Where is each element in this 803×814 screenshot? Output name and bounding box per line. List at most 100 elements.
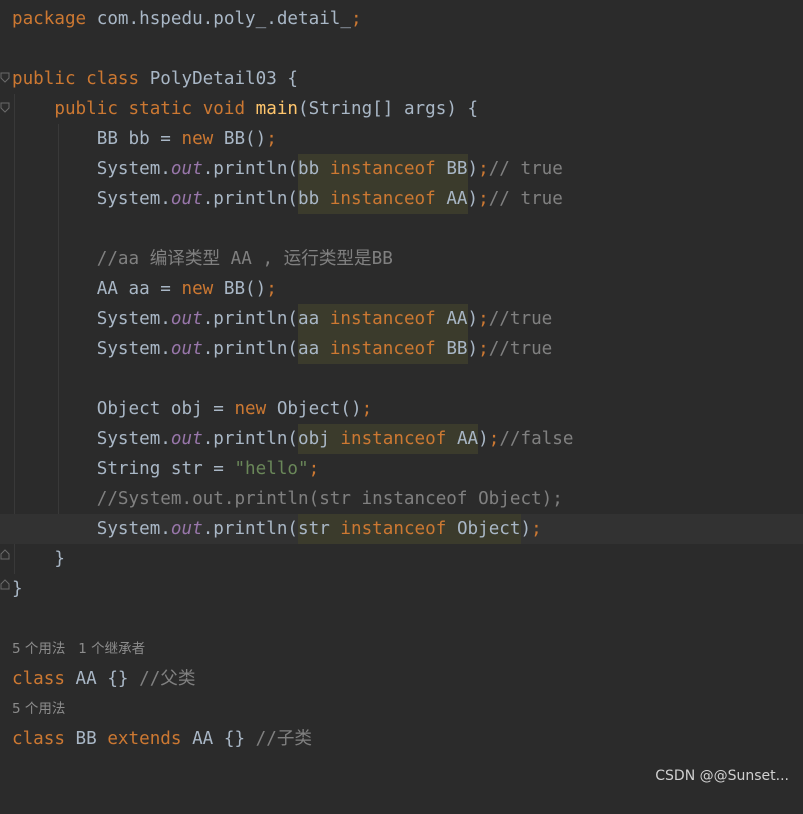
usages-link[interactable]: 5 个用法 [12,701,65,717]
code-line-bb-declaration[interactable]: BB bb = new BB(); [0,124,803,154]
inheritors-link[interactable]: 1 个继承者 [78,641,145,657]
close-paren: ) [467,309,479,329]
variable: bb [298,159,320,179]
code-line-method-close[interactable]: } [0,544,803,574]
out-field: out [170,309,203,329]
code-line-object-declaration[interactable]: Object obj = new Object(); [0,394,803,424]
out-field: out [170,339,203,359]
system-class: System. [96,519,171,539]
code-line-package[interactable]: package com.hspedu.poly_.detail_; [0,4,803,34]
code-line-println-bb-aa[interactable]: System.out.println(bb instanceof AA);// … [0,184,803,214]
variable: aa [298,309,320,329]
declaration: Object obj = [96,399,235,419]
watermark: CSDN @@Sunset... [655,768,789,784]
println-call: .println( [202,519,299,539]
close-paren: ) [478,429,489,449]
void-keyword: void [202,99,246,119]
println-call: .println( [202,189,299,209]
code-line-println-aa-bb[interactable]: System.out.println(aa instanceof BB);//t… [0,334,803,364]
variable: str [298,519,330,539]
line-comment: // true [488,189,563,209]
codevision-hint-aa[interactable]: 5 个用法 1 个继承者 [12,639,145,659]
out-field: out [170,189,203,209]
class-body: AA {} [64,669,140,689]
line-comment: //true [488,309,553,329]
semicolon: ; [478,189,489,209]
instanceof-highlight: str instanceof Object [298,514,521,544]
instanceof-keyword: instanceof [340,519,447,539]
code-line-class-aa[interactable]: class AA {} //父类 [0,664,803,694]
code-line-println-aa-aa[interactable]: System.out.println(aa instanceof AA);//t… [0,304,803,334]
code-line-class-close[interactable]: } [0,574,803,604]
instanceof-highlight: aa instanceof BB [298,334,468,364]
system-class: System. [96,189,171,209]
code-line-class-declaration[interactable]: public class PolyDetail03 { [0,64,803,94]
instanceof-keyword: instanceof [329,159,436,179]
declaration: BB bb = [96,129,182,149]
line-comment: //aa 编译类型 AA , 运行类型是BB [96,249,393,269]
code-line-println-str-object[interactable]: System.out.println(str instanceof Object… [0,514,803,544]
code-line-main-method[interactable]: public static void main(String[] args) { [0,94,803,124]
variable: obj [298,429,330,449]
public-keyword: public [12,69,76,89]
public-keyword: public [54,99,118,119]
type-name: BB [446,339,468,359]
instanceof-keyword: instanceof [329,339,436,359]
class-body: AA {} [181,729,256,749]
instanceof-keyword: instanceof [340,429,447,449]
close-paren: ) [520,519,532,539]
semicolon: ; [350,9,362,29]
code-line-println-obj-aa[interactable]: System.out.println(obj instanceof AA);//… [0,424,803,454]
semicolon: ; [266,129,277,149]
out-field: out [170,159,203,179]
code-line-commented-println[interactable]: //System.out.println(str instanceof Obje… [0,484,803,514]
system-class: System. [96,159,171,179]
println-call: .println( [202,429,299,449]
method-name: main [255,99,299,119]
usages-link[interactable]: 5 个用法 [12,641,65,657]
class-keyword: class [12,729,65,749]
semicolon: ; [531,519,542,539]
code-line-class-bb[interactable]: class BB extends AA {} //子类 [0,724,803,754]
type-name: AA [446,189,468,209]
package-keyword: package [12,9,87,29]
extends-keyword: extends [107,729,182,749]
constructor-call: BB() [213,129,267,149]
code-line-comment-aa[interactable]: //aa 编译类型 AA , 运行类型是BB [0,244,803,274]
println-call: .println( [202,159,299,179]
semicolon: ; [361,399,373,419]
line-comment: //子类 [255,729,313,749]
code-editor[interactable]: package com.hspedu.poly_.detail_; public… [0,0,803,792]
string-literal: "hello" [234,459,309,479]
close-paren: ) [467,189,479,209]
line-comment: //true [488,339,553,359]
codevision-hint-bb[interactable]: 5 个用法 [12,699,65,719]
code-line-aa-declaration[interactable]: AA aa = new BB(); [0,274,803,304]
out-field: out [170,519,203,539]
code-line-println-bb-bb[interactable]: System.out.println(bb instanceof BB);// … [0,154,803,184]
type-name: Object [456,519,521,539]
close-paren: ) [467,339,479,359]
new-keyword: new [181,129,214,149]
closing-brace: } [54,549,65,569]
class-keyword: class [12,669,65,689]
new-keyword: new [181,279,214,299]
package-name: com.hspedu.poly_.detail_ [86,9,351,29]
system-class: System. [96,339,171,359]
instanceof-highlight: aa instanceof AA [298,304,468,334]
semicolon: ; [488,429,500,449]
type-name: AA [446,309,468,329]
code-line-string-declaration[interactable]: String str = "hello"; [0,454,803,484]
close-paren: ) [467,159,479,179]
line-comment: //false [499,429,574,449]
line-comment: //System.out.println(str instanceof Obje… [96,489,563,509]
method-params: (String[] args) { [298,99,479,119]
instanceof-keyword: instanceof [329,189,436,209]
variable: bb [298,189,320,209]
class-name: BB [64,729,108,749]
type-name: BB [446,159,468,179]
println-call: .println( [202,309,299,329]
line-comment: // true [488,159,563,179]
constructor-call: BB() [213,279,267,299]
variable: aa [298,339,320,359]
